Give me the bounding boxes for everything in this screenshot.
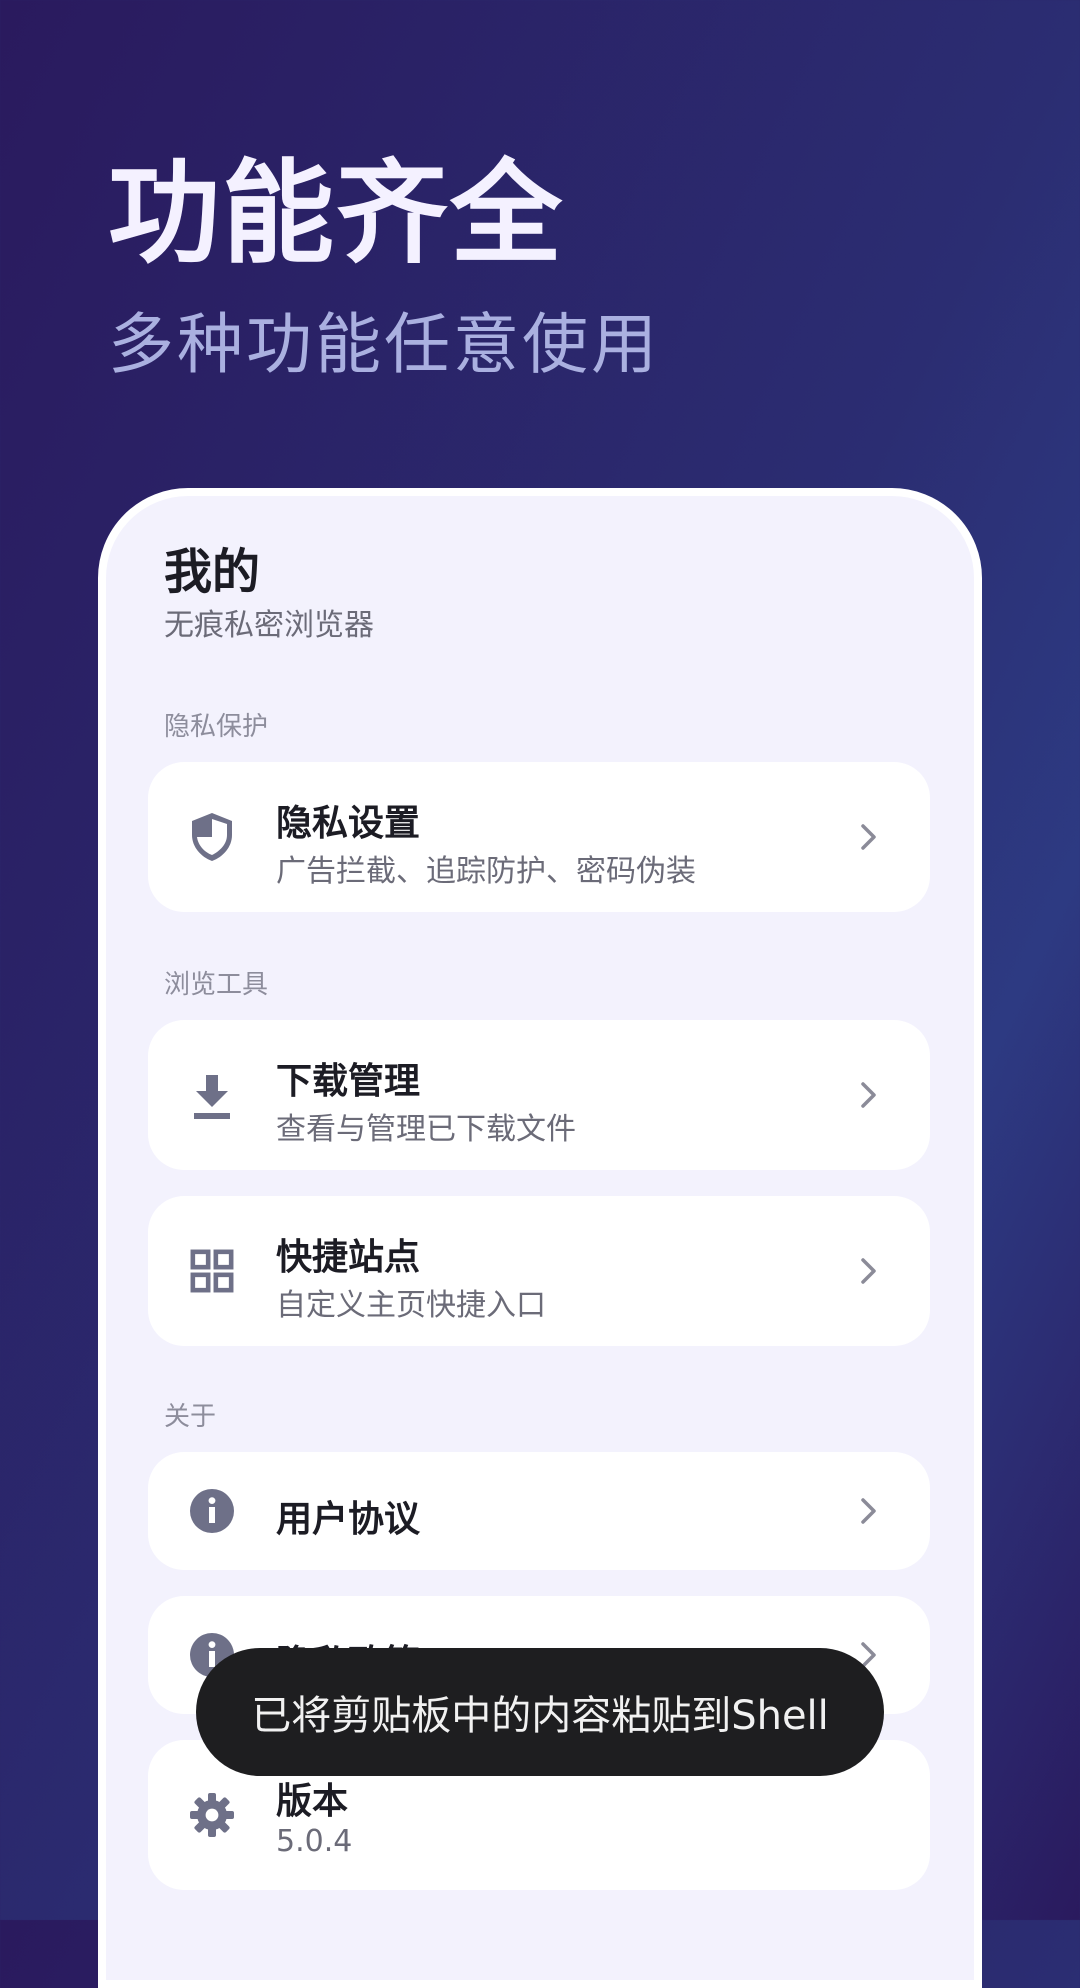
user-agreement-item[interactable]: 用户协议 (148, 1452, 930, 1570)
hero-title: 功能齐全 (108, 149, 564, 279)
download-manager-item[interactable]: 下载管理 查看与管理已下载文件 (148, 1020, 930, 1170)
item-title: 用户协议 (276, 1499, 421, 1540)
item-title: 隐私设置 (276, 803, 421, 844)
item-description: 广告拦截、追踪防护、密码伪装 (276, 854, 696, 889)
download-icon (186, 1069, 238, 1121)
chevron-right-icon (856, 1258, 882, 1284)
item-description: 查看与管理已下载文件 (276, 1112, 576, 1147)
page-subtitle: 无痕私密浏览器 (164, 608, 374, 643)
gear-icon (186, 1789, 238, 1841)
item-title: 快捷站点 (276, 1237, 421, 1278)
item-description: 自定义主页快捷入口 (276, 1288, 546, 1323)
toast-message: 已将剪贴板中的内容粘贴到Shell (196, 1648, 884, 1776)
hero-subtitle: 多种功能任意使用 (108, 306, 660, 383)
item-title: 下载管理 (276, 1061, 421, 1102)
section-label-privacy: 隐私保护 (164, 712, 269, 742)
shortcut-sites-item[interactable]: 快捷站点 自定义主页快捷入口 (148, 1196, 930, 1346)
section-label-about: 关于 (164, 1402, 217, 1432)
page-title: 我的 (164, 544, 261, 600)
shield-icon (186, 811, 238, 863)
section-label-browsing-tools: 浏览工具 (164, 970, 269, 1000)
chevron-right-icon (856, 824, 882, 850)
grid-icon (186, 1245, 238, 1297)
privacy-settings-item[interactable]: 隐私设置 广告拦截、追踪防护、密码伪装 (148, 762, 930, 912)
chevron-right-icon (856, 1082, 882, 1108)
item-title: 版本 (276, 1781, 349, 1822)
chevron-right-icon (856, 1498, 882, 1524)
version-number: 5.0.4 (276, 1824, 353, 1859)
info-icon (186, 1485, 238, 1537)
